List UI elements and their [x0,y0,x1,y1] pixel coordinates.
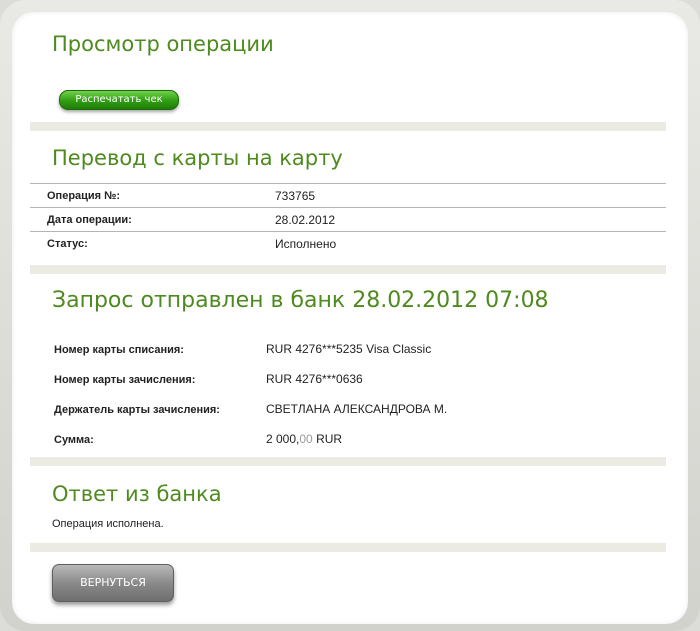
operation-number-label: Операция №: [30,183,275,208]
table-row: Статус: Исполнено [30,231,666,256]
debit-card-value: RUR 4276***5235 Visa Classic [266,342,432,356]
card-holder-label: Держатель карты зачисления: [54,404,220,416]
table-row: Дата операции: 28.02.2012 [30,207,666,232]
credit-card-value: RUR 4276***0636 [266,372,363,386]
amount-value: 2 000,00 RUR [266,432,342,446]
amount-main: 2 000, [266,432,300,446]
content-panel: Просмотр операции Распечатать чек Перево… [12,12,688,624]
operation-number-value: 733765 [275,183,666,208]
card-holder-value: СВЕТЛАНА АЛЕКСАНДРОВА М. [266,402,448,416]
back-button[interactable]: ВЕРНУТЬСЯ [52,564,174,602]
operation-date-label: Дата операции: [30,207,275,232]
request-section-title: Запрос отправлен в банк 28.02.2012 07:08 [52,288,549,313]
amount-currency: RUR [312,432,343,446]
credit-card-label: Номер карты зачисления: [54,374,196,386]
response-text: Операция исполнена. [52,518,164,530]
print-receipt-button[interactable]: Распечатать чек [59,90,179,110]
section-divider [30,543,666,552]
response-section-title: Ответ из банка [52,482,222,506]
section-divider [30,457,666,466]
amount-kopecks: 00 [299,432,313,446]
status-value: Исполнено [275,231,666,256]
page-title: Просмотр операции [52,32,274,56]
operation-details-table: Операция №: 733765 Дата операции: 28.02.… [30,183,666,256]
section-divider [30,265,666,274]
section-divider [30,122,666,131]
status-label: Статус: [30,231,275,256]
table-row: Операция №: 733765 [30,183,666,208]
window-frame: Просмотр операции Распечатать чек Перево… [0,0,700,631]
operation-date-value: 28.02.2012 [275,207,666,232]
debit-card-label: Номер карты списания: [54,344,184,356]
amount-label: Сумма: [54,434,94,446]
operation-section-title: Перевод с карты на карту [52,146,343,170]
